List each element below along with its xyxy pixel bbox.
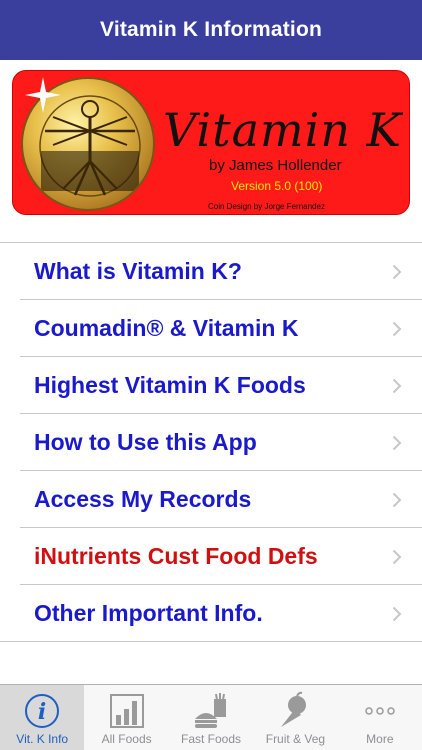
- fruit-veg-icon: [281, 691, 307, 727]
- tab-fast-foods[interactable]: Fast Foods: [169, 685, 253, 750]
- chevron-right-icon: [392, 492, 402, 508]
- fast-food-icon: [195, 693, 227, 728]
- tab-all-foods[interactable]: All Foods: [84, 685, 168, 750]
- menu-item-label: Highest Vitamin K Foods: [34, 372, 306, 398]
- menu-item-access-records[interactable]: Access My Records: [0, 471, 422, 528]
- menu-item-what-is-vitamin-k[interactable]: What is Vitamin K?: [0, 243, 422, 300]
- sparkle-icon: [25, 77, 61, 113]
- tab-vit-k-info[interactable]: i Vit. K Info: [0, 685, 85, 750]
- info-icon: i: [25, 694, 60, 728]
- menu-list: What is Vitamin K? Coumadin® & Vitamin K…: [0, 242, 422, 642]
- vitamin-k-banner: Vitamin K by James Hollender Version 5.0…: [12, 70, 410, 215]
- chevron-right-icon: [392, 378, 402, 394]
- chevron-right-icon: [392, 321, 402, 337]
- banner-section: Vitamin K by James Hollender Version 5.0…: [0, 60, 422, 242]
- menu-item-label: Access My Records: [34, 486, 252, 512]
- more-icon: [365, 707, 395, 715]
- brand-title: Vitamin K: [163, 103, 402, 157]
- chevron-right-icon: [392, 435, 402, 451]
- chevron-right-icon: [392, 549, 402, 565]
- chevron-right-icon: [392, 606, 402, 622]
- tab-label: Fruit & Veg: [265, 732, 326, 746]
- tab-label: All Foods: [101, 732, 152, 746]
- version-label: Version 5.0 (100): [231, 179, 323, 193]
- tab-label: More: [366, 732, 394, 746]
- menu-item-inutrients[interactable]: iNutrients Cust Food Defs: [0, 528, 422, 585]
- menu-item-how-to-use[interactable]: How to Use this App: [0, 414, 422, 471]
- menu-item-label: Coumadin® & Vitamin K: [34, 315, 299, 341]
- menu-item-label: What is Vitamin K?: [34, 258, 242, 284]
- menu-item-highest-foods[interactable]: Highest Vitamin K Foods: [0, 357, 422, 414]
- menu-item-label: How to Use this App: [34, 429, 257, 455]
- menu-item-other-info[interactable]: Other Important Info.: [0, 585, 422, 642]
- chevron-right-icon: [392, 264, 402, 280]
- tab-bar: i Vit. K Info All Foods Fast Foods Fruit…: [0, 684, 422, 750]
- tab-label: Fast Foods: [181, 732, 242, 746]
- menu-item-label: iNutrients Cust Food Defs: [34, 543, 318, 569]
- tab-fruit-veg[interactable]: Fruit & Veg: [253, 685, 337, 750]
- menu-item-label: Other Important Info.: [34, 600, 263, 626]
- svg-text:i: i: [38, 699, 46, 725]
- tab-label: Vit. K Info: [16, 732, 69, 746]
- author-byline: by James Hollender: [209, 157, 342, 174]
- menu-item-coumadin[interactable]: Coumadin® & Vitamin K: [0, 300, 422, 357]
- coin-credit: Coin Design by Jorge Fernandez: [208, 202, 325, 211]
- navigation-bar: Vitamin K Information: [0, 0, 422, 60]
- page-title: Vitamin K Information: [100, 18, 322, 41]
- tab-more[interactable]: More: [338, 685, 422, 750]
- bar-chart-icon: [109, 694, 144, 728]
